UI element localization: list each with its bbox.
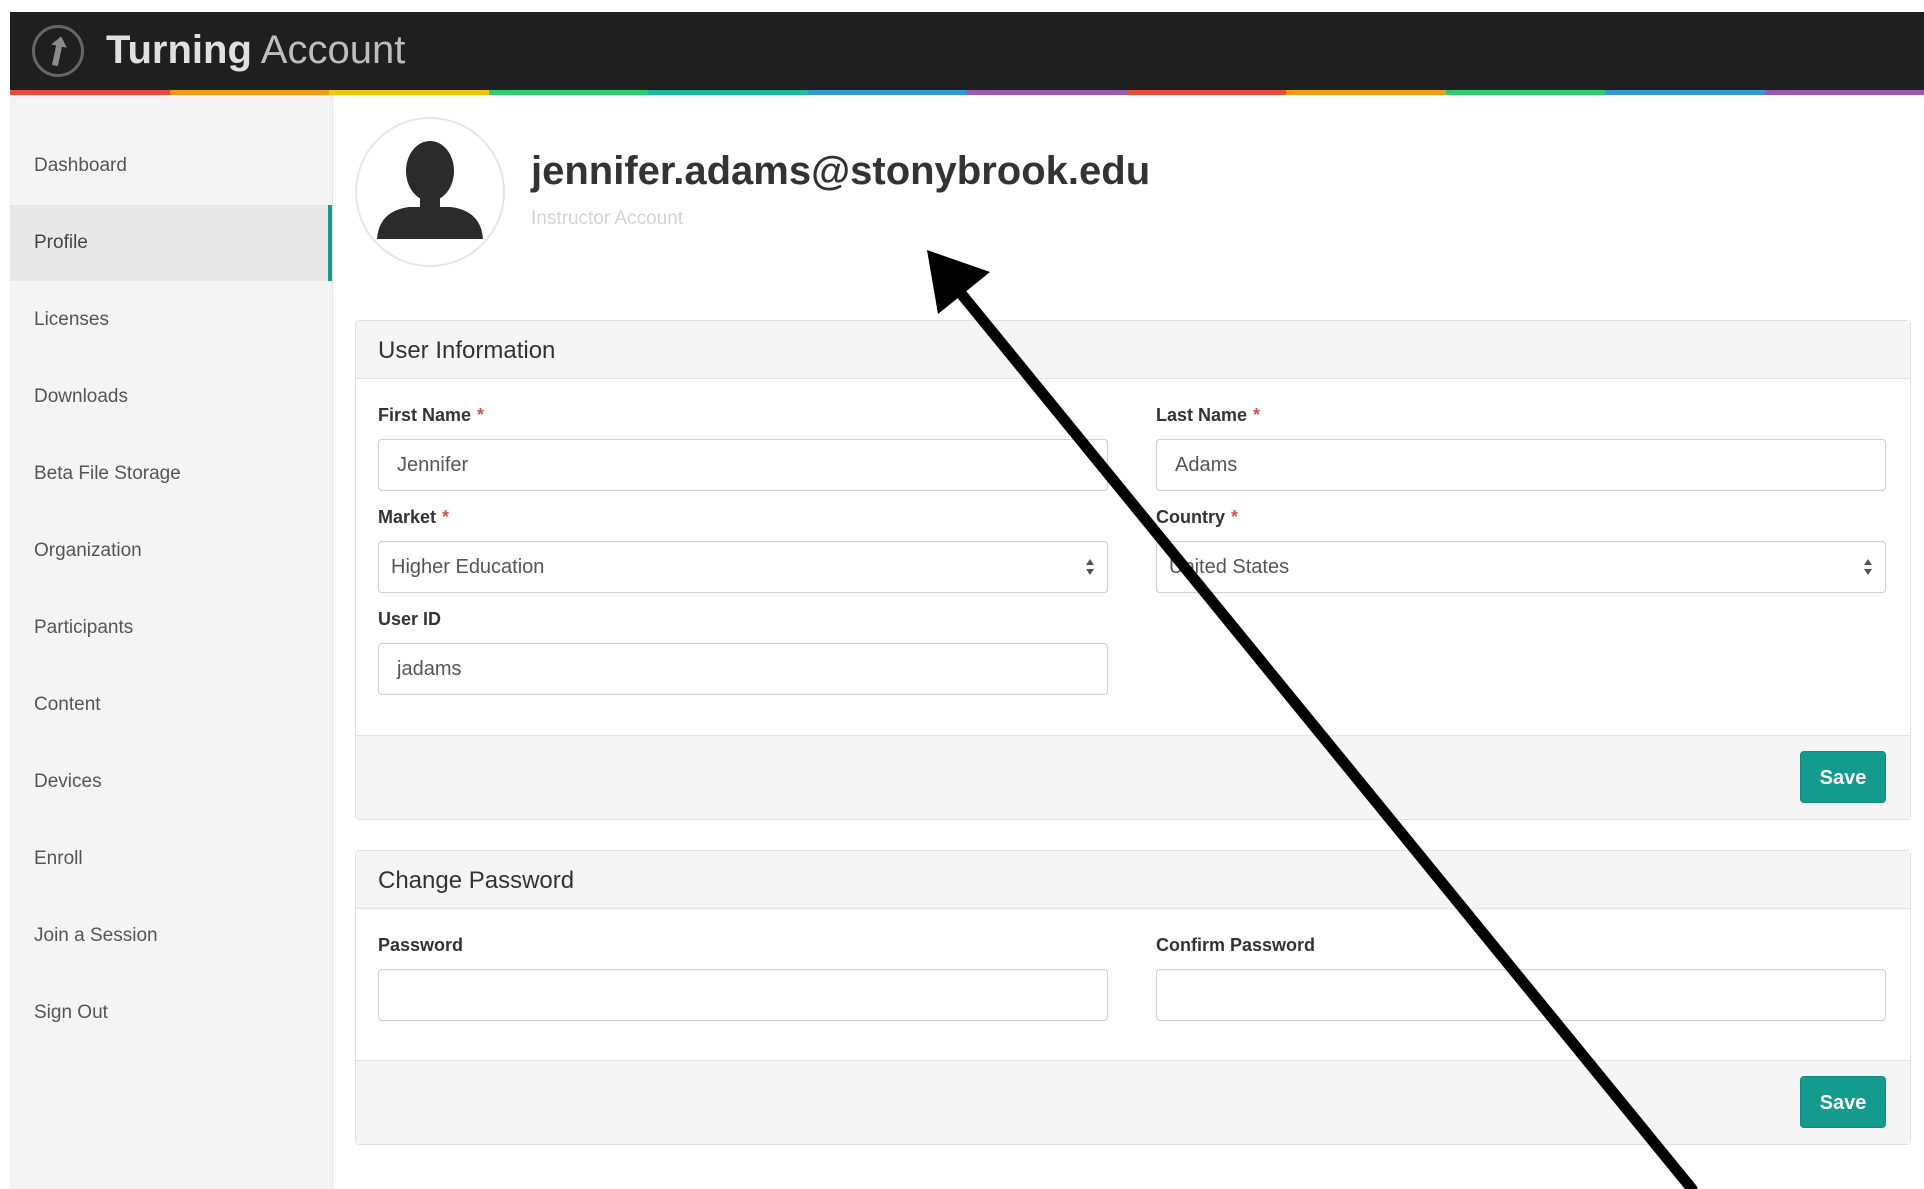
sidebar-item-join-a-session[interactable]: Join a Session bbox=[10, 898, 332, 974]
profile-email: jennifer.adams@stonybrook.edu bbox=[531, 149, 1151, 193]
market-label: Market * bbox=[378, 507, 449, 528]
sidebar-item-beta-file-storage[interactable]: Beta File Storage bbox=[10, 436, 332, 512]
save-user-info-button[interactable]: Save bbox=[1800, 751, 1886, 803]
main-content: jennifer.adams@stonybrook.edu Instructor… bbox=[333, 95, 1924, 1189]
user-id-field[interactable]: jadams bbox=[378, 643, 1108, 695]
user-information-panel: User Information First Name * Jennifer La… bbox=[355, 320, 1911, 820]
confirm-password-field[interactable] bbox=[1156, 969, 1886, 1021]
sidebar-item-organization[interactable]: Organization bbox=[10, 513, 332, 589]
confirm-password-label: Confirm Password bbox=[1156, 935, 1316, 955]
market-label-text: Market bbox=[378, 507, 437, 527]
sidebar-item-devices[interactable]: Devices bbox=[10, 744, 332, 820]
password-field[interactable] bbox=[378, 969, 1108, 1021]
brand-light: Account bbox=[260, 28, 406, 72]
panel-title: Change Password bbox=[378, 867, 575, 894]
last-name-field[interactable]: Adams bbox=[1156, 439, 1886, 491]
save-password-button[interactable]: Save bbox=[1800, 1076, 1886, 1128]
sidebar-item-content[interactable]: Content bbox=[10, 667, 332, 743]
select-arrows-icon bbox=[1086, 559, 1094, 575]
sidebar-item-dashboard[interactable]: Dashboard bbox=[10, 128, 332, 204]
last-name-label: Last Name * bbox=[1156, 405, 1260, 426]
account-type: Instructor Account bbox=[531, 208, 684, 229]
country-label-text: Country bbox=[1156, 507, 1225, 527]
user-silhouette-icon bbox=[355, 117, 505, 267]
required-mark: * bbox=[1231, 507, 1239, 527]
first-name-field[interactable]: Jennifer bbox=[378, 439, 1108, 491]
sidebar-item-licenses[interactable]: Licenses bbox=[10, 282, 332, 358]
select-arrows-icon bbox=[1864, 559, 1872, 575]
panel-header: User Information bbox=[356, 321, 1910, 379]
panel-footer: Save bbox=[356, 735, 1910, 819]
market-select-value: Higher Education bbox=[391, 556, 545, 578]
sidebar: Dashboard Profile Licenses Downloads Bet… bbox=[10, 95, 333, 1189]
sidebar-item-participants[interactable]: Participants bbox=[10, 590, 332, 666]
user-id-label: User ID bbox=[378, 609, 442, 629]
first-name-label-text: First Name bbox=[378, 405, 472, 425]
country-label: Country * bbox=[1156, 507, 1238, 528]
last-name-label-text: Last Name bbox=[1156, 405, 1248, 425]
sidebar-item-profile[interactable]: Profile bbox=[10, 205, 332, 281]
panel-header: Change Password bbox=[356, 851, 1910, 909]
required-mark: * bbox=[477, 405, 485, 425]
required-mark: * bbox=[442, 507, 450, 527]
country-select[interactable]: United States bbox=[1156, 541, 1886, 593]
change-password-panel: Change Password Password Confirm Passwor… bbox=[355, 850, 1911, 1145]
app-window: Turning Account Dashboard Profile Licens… bbox=[10, 12, 1924, 1189]
sidebar-item-enroll[interactable]: Enroll bbox=[10, 821, 332, 897]
sidebar-item-downloads[interactable]: Downloads bbox=[10, 359, 332, 435]
top-bar: Turning Account bbox=[10, 12, 1924, 90]
app-brand[interactable]: Turning Account bbox=[106, 26, 405, 74]
required-mark: * bbox=[1253, 405, 1261, 425]
password-label: Password bbox=[378, 935, 464, 955]
first-name-label: First Name * bbox=[378, 405, 484, 426]
country-select-value: United States bbox=[1169, 556, 1290, 578]
panel-title: User Information bbox=[378, 337, 556, 364]
market-select[interactable]: Higher Education bbox=[378, 541, 1108, 593]
panel-footer: Save bbox=[356, 1060, 1910, 1144]
turning-logo-icon[interactable] bbox=[32, 25, 84, 77]
sidebar-item-sign-out[interactable]: Sign Out bbox=[10, 975, 332, 1051]
brand-bold: Turning bbox=[106, 28, 252, 72]
